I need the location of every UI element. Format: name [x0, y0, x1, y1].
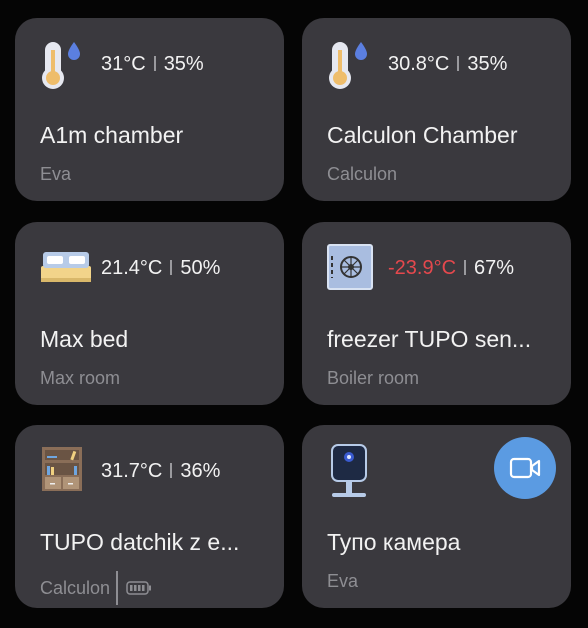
humidity: 35%: [163, 53, 204, 75]
device-card-tupo-datchik[interactable]: 31.7°C 36% TUPO datchik z e... Calculon: [15, 425, 284, 608]
humidity: 50%: [180, 257, 221, 279]
reading: 31.7°C 36%: [101, 460, 220, 483]
device-card-tupo-camera[interactable]: Тупо камера Eva: [302, 425, 571, 608]
temperature: 31°C: [101, 53, 146, 75]
reading: 21.4°C 50%: [101, 257, 220, 280]
battery-full-icon: [126, 581, 152, 595]
device-name: TUPO datchik z e...: [40, 529, 240, 555]
separator: [170, 463, 173, 478]
device-name: Тупо камера: [327, 529, 461, 555]
device-name: Max bed: [40, 326, 129, 352]
safe-icon: [327, 244, 373, 290]
device-card-max-bed[interactable]: 21.4°C 50% Max bed Max room: [15, 222, 284, 405]
room-name: Eva: [327, 571, 359, 591]
reading: 31°C 35%: [101, 53, 204, 76]
temperature: 30.8°C: [388, 53, 450, 75]
temperature: -23.9°C: [388, 257, 457, 279]
divider: [116, 571, 119, 605]
humidity: 35%: [467, 53, 508, 75]
humidity: 36%: [180, 460, 221, 482]
room-info: Calculon: [40, 571, 152, 605]
separator: [153, 56, 156, 71]
bed-icon: [41, 252, 91, 282]
device-card-freezer[interactable]: -23.9°C 67% freezer TUPO sen... Boiler ro…: [302, 222, 571, 405]
temperature: 31.7°C: [101, 460, 163, 482]
room-name: Eva: [40, 164, 72, 184]
temperature: 21.4°C: [101, 257, 163, 279]
separator: [170, 260, 173, 275]
device-card-calculon-chamber[interactable]: 30.8°C 35% Calculon Chamber Calculon: [302, 18, 571, 201]
separator: [464, 260, 467, 275]
room-name: Boiler room: [327, 368, 420, 388]
device-name: freezer TUPO sen...: [327, 326, 532, 352]
bookshelf-icon: [42, 447, 82, 491]
device-name: A1m chamber: [40, 122, 184, 148]
room-name: Max room: [40, 368, 121, 388]
video-camera-icon: [509, 457, 541, 479]
humidity: 67%: [474, 257, 515, 279]
room-name: Calculon: [40, 577, 111, 598]
open-video-button[interactable]: [494, 437, 556, 499]
device-name: Calculon Chamber: [327, 122, 518, 148]
device-card-a1m-chamber[interactable]: 31°C 35% A1m chamber Eva: [15, 18, 284, 201]
camera-icon: [331, 444, 367, 497]
thermometer-humidity-icon: [42, 42, 80, 89]
reading: -23.9°C 67%: [388, 257, 514, 280]
reading: 30.8°C 35%: [388, 53, 507, 76]
thermometer-humidity-icon: [329, 42, 367, 89]
separator: [457, 56, 460, 71]
room-name: Calculon: [327, 164, 398, 184]
